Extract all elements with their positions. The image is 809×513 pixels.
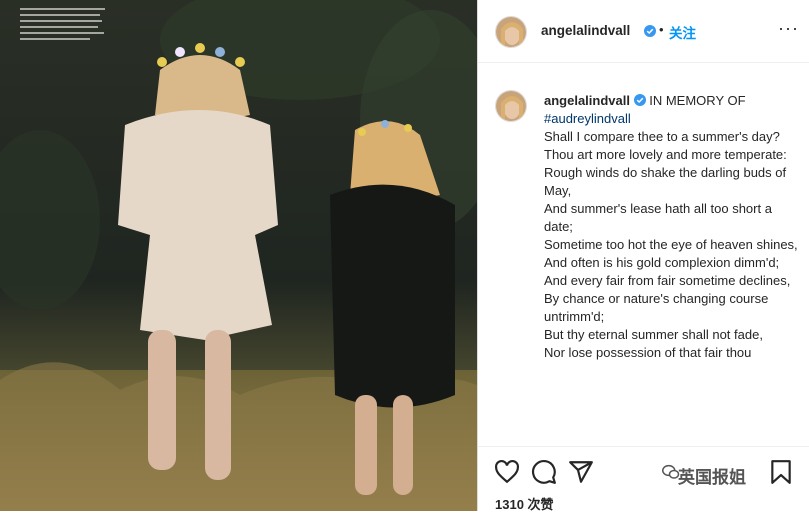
caption-avatar[interactable] — [495, 90, 527, 122]
avatar-image — [496, 17, 526, 47]
action-bar: 英国报姐 1310 次赞 — [478, 446, 809, 513]
separator-dot: • — [659, 22, 664, 37]
caption-line: Nor lose possession of that fair thou — [544, 345, 752, 360]
caption-line: And summer's lease hath all too short a … — [544, 201, 772, 234]
more-options-icon[interactable]: ··· — [778, 18, 799, 39]
verified-icon — [644, 25, 656, 37]
caption-area: angelalindvall IN MEMORY OF #audreylindv… — [478, 78, 809, 446]
likes-count[interactable]: 1310 次赞 — [495, 494, 554, 513]
verified-icon — [633, 94, 646, 106]
avatar[interactable] — [495, 16, 527, 48]
comment-icon[interactable] — [531, 459, 557, 485]
post-header: angelalindvall • 关注 ··· — [478, 0, 809, 63]
hashtag-link[interactable]: #audreylindvall — [544, 111, 631, 126]
caption-text: angelalindvall IN MEMORY OF #audreylindv… — [544, 92, 798, 362]
forest-photo — [0, 0, 477, 511]
caption-line: Shall I compare thee to a summer's day? — [544, 129, 780, 144]
post-photo[interactable] — [0, 0, 477, 511]
caption-username[interactable]: angelalindvall — [544, 93, 630, 108]
watermark-text: 英国报姐 — [678, 468, 746, 487]
caption-line: Thou art more lovely and more temperate: — [544, 147, 787, 162]
caption-line: Sometime too hot the eye of heaven shine… — [544, 237, 798, 252]
bookmark-icon[interactable] — [768, 459, 794, 485]
instagram-post: angelalindvall • 关注 ··· angelalindvall I… — [0, 0, 809, 513]
caption-line: Rough winds do shake the darling buds of… — [544, 165, 787, 198]
caption-line: And every fair from fair sometime declin… — [544, 273, 791, 288]
post-username[interactable]: angelalindvall — [541, 23, 630, 38]
caption-line: But thy eternal summer shall not fade, — [544, 327, 763, 342]
caption-lead: IN MEMORY OF — [649, 93, 746, 108]
follow-button[interactable]: 关注 — [669, 22, 696, 42]
share-icon[interactable] — [568, 459, 594, 485]
caption-line: By chance or nature's changing course un… — [544, 291, 769, 324]
avatar-image — [496, 91, 526, 121]
heart-icon[interactable] — [494, 459, 520, 485]
caption-line: And often is his gold complexion dimm'd; — [544, 255, 780, 270]
post-sidebar: angelalindvall • 关注 ··· angelalindvall I… — [477, 0, 809, 513]
